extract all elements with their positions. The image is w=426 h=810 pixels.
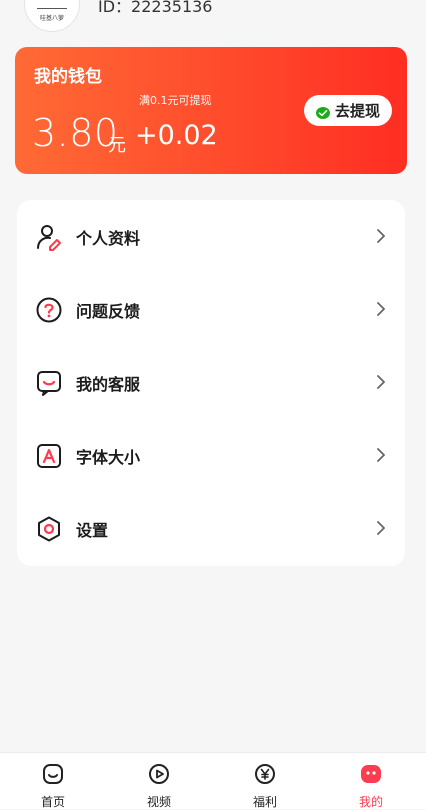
me-icon — [360, 763, 382, 785]
bottom-nav: 首页 视频 福利 我的 — [0, 752, 426, 809]
profile-edit-icon — [35, 223, 63, 251]
menu-item-label: 设置 — [76, 521, 109, 540]
home-icon — [42, 763, 64, 785]
menu-item-profile[interactable]: 个人资料 — [17, 200, 405, 273]
nav-label: 首页 — [40, 795, 65, 809]
wallet-balance: 3.80 — [32, 111, 119, 155]
menu-item-label: 个人资料 — [76, 229, 141, 248]
settings-menu: 个人资料 问题反馈 我的客服 字体大小 设置 — [17, 200, 405, 566]
nav-item-me[interactable]: 我的 — [318, 753, 424, 809]
menu-item-label: 问题反馈 — [76, 302, 141, 321]
withdraw-button[interactable]: 去提现 — [304, 95, 392, 126]
welfare-yen-icon — [254, 763, 276, 785]
wallet-title: 我的钱包 — [34, 67, 102, 87]
wallet-unit: 元 — [108, 135, 126, 156]
chevron-right-icon — [375, 372, 387, 392]
wallet-card[interactable]: 我的钱包 满0.1元可提现 3.80 元 +0.02 去提现 — [15, 47, 407, 174]
customer-service-icon — [35, 369, 63, 397]
avatar-seal-line — [37, 8, 67, 9]
nav-item-home[interactable]: 首页 — [0, 753, 106, 809]
nav-item-welfare[interactable]: 福利 — [212, 753, 318, 809]
chevron-right-icon — [375, 445, 387, 465]
avatar[interactable]: 哇基八萝 — [24, 0, 80, 32]
question-icon — [35, 296, 63, 324]
video-icon — [148, 763, 170, 785]
profile-header: 哇基八萝 ID：22235136 — [0, 0, 426, 38]
menu-item-settings[interactable]: 设置 — [17, 492, 405, 565]
menu-item-label: 我的客服 — [76, 375, 141, 394]
settings-icon — [35, 515, 63, 543]
avatar-text: 哇基八萝 — [39, 15, 64, 22]
menu-item-customer-service[interactable]: 我的客服 — [17, 346, 405, 419]
withdraw-label: 去提现 — [334, 102, 380, 120]
menu-item-label: 字体大小 — [76, 448, 141, 467]
user-id: ID：22235136 — [98, 0, 213, 16]
menu-item-font-size[interactable]: 字体大小 — [17, 419, 405, 492]
nav-label: 福利 — [252, 795, 277, 809]
font-size-icon — [35, 442, 63, 470]
wallet-delta: +0.02 — [135, 120, 218, 151]
menu-item-feedback[interactable]: 问题反馈 — [17, 273, 405, 346]
nav-item-video[interactable]: 视频 — [106, 753, 212, 809]
withdraw-threshold-hint: 满0.1元可提现 — [139, 94, 212, 107]
chevron-right-icon — [375, 299, 387, 319]
nav-label: 视频 — [146, 795, 171, 809]
wechat-icon — [315, 105, 330, 119]
chevron-right-icon — [375, 226, 387, 246]
nav-label: 我的 — [358, 795, 383, 809]
chevron-right-icon — [375, 518, 387, 538]
